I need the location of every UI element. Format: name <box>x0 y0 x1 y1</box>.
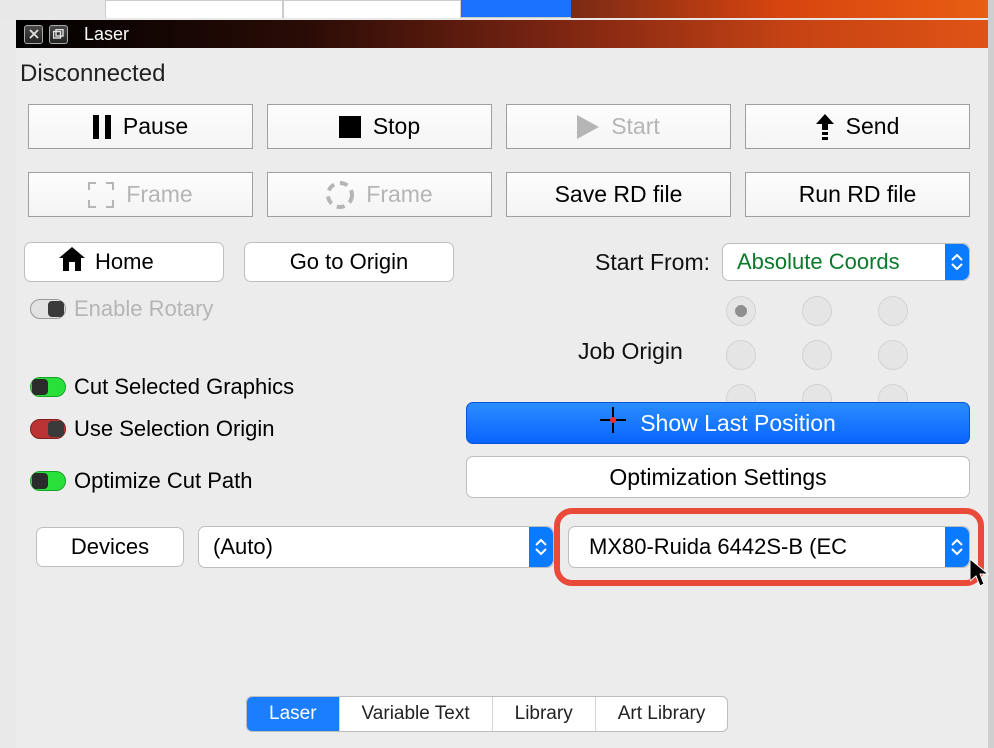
enable-rotary-label: Enable Rotary <box>74 296 213 322</box>
select-stepper-icon <box>945 527 969 567</box>
frame-rect-label: Frame <box>126 181 192 208</box>
port-select-value: (Auto) <box>199 534 529 560</box>
frame-rect-icon <box>88 182 114 208</box>
device-select[interactable]: MX80-Ruida 6442S-B (EC <box>568 526 970 568</box>
start-from-value: Absolute Coords <box>723 249 945 275</box>
scrollbar-hint <box>988 0 994 20</box>
go-to-origin-button[interactable]: Go to Origin <box>244 242 454 282</box>
upload-arrow-icon <box>816 114 834 140</box>
top-tab-slot[interactable] <box>283 0 461 18</box>
top-tab-gradient <box>571 0 988 18</box>
show-last-position-button[interactable]: Show Last Position <box>466 402 970 444</box>
pause-button[interactable]: Pause <box>28 104 253 149</box>
restore-icon[interactable] <box>49 25 68 44</box>
connection-status: Disconnected <box>20 60 165 88</box>
pause-icon <box>93 115 111 139</box>
start-button[interactable]: Start <box>506 104 731 149</box>
panel-titlebar: Laser <box>16 20 988 48</box>
job-origin-top-center[interactable] <box>802 296 832 326</box>
tab-variable-text[interactable]: Variable Text <box>340 697 493 731</box>
use-selection-origin-toggle[interactable]: Use Selection Origin <box>30 416 294 442</box>
cut-selected-toggle[interactable]: Cut Selected Graphics <box>30 374 294 400</box>
home-button[interactable]: Home <box>24 242 224 282</box>
job-origin-mid-right[interactable] <box>878 340 908 370</box>
port-select[interactable]: (Auto) <box>198 526 554 568</box>
enable-rotary-toggle[interactable]: Enable Rotary <box>30 296 294 322</box>
home-label: Home <box>95 249 154 275</box>
cut-selected-label: Cut Selected Graphics <box>74 374 294 400</box>
top-tab-slot[interactable] <box>105 0 283 18</box>
top-tab-strip <box>0 0 994 20</box>
stop-icon <box>339 116 361 138</box>
top-tab-active[interactable] <box>461 0 571 18</box>
scrollbar-hint[interactable] <box>988 20 994 748</box>
device-select-value: MX80-Ruida 6442S-B (EC <box>569 534 945 560</box>
frame-circle-icon <box>326 181 354 209</box>
play-icon <box>577 115 599 139</box>
optimize-cut-path-label: Optimize Cut Path <box>74 468 253 494</box>
frame-circle-label: Frame <box>366 181 432 208</box>
devices-label: Devices <box>71 534 149 560</box>
job-origin-mid-left[interactable] <box>726 340 756 370</box>
tab-laser[interactable]: Laser <box>247 697 340 731</box>
tab-library[interactable]: Library <box>493 697 596 731</box>
job-origin-top-left[interactable] <box>726 296 756 326</box>
optimization-settings-label: Optimization Settings <box>609 464 826 491</box>
send-button[interactable]: Send <box>745 104 970 149</box>
go-to-origin-label: Go to Origin <box>290 249 409 275</box>
crosshair-icon <box>600 407 626 439</box>
stop-button[interactable]: Stop <box>267 104 492 149</box>
run-rd-label: Run RD file <box>799 181 917 208</box>
run-rd-button[interactable]: Run RD file <box>745 172 970 217</box>
select-stepper-icon <box>529 527 553 567</box>
panel-title: Laser <box>84 24 129 45</box>
pause-label: Pause <box>123 113 188 140</box>
use-selection-origin-label: Use Selection Origin <box>74 416 275 442</box>
save-rd-label: Save RD file <box>555 181 683 208</box>
show-last-position-label: Show Last Position <box>640 410 836 437</box>
select-stepper-icon <box>945 244 969 280</box>
frame-circle-button[interactable]: Frame <box>267 172 492 217</box>
send-label: Send <box>846 113 900 140</box>
tab-art-library[interactable]: Art Library <box>596 697 728 731</box>
start-from-select[interactable]: Absolute Coords <box>722 243 970 281</box>
job-origin-mid-center[interactable] <box>802 340 832 370</box>
save-rd-button[interactable]: Save RD file <box>506 172 731 217</box>
stop-label: Stop <box>373 113 420 140</box>
optimization-settings-button[interactable]: Optimization Settings <box>466 456 970 498</box>
home-icon <box>59 247 85 277</box>
optimize-cut-path-toggle[interactable]: Optimize Cut Path <box>30 468 294 494</box>
devices-button[interactable]: Devices <box>36 527 184 567</box>
job-origin-label: Job Origin <box>578 338 683 365</box>
frame-rect-button[interactable]: Frame <box>28 172 253 217</box>
start-label: Start <box>611 113 660 140</box>
close-icon[interactable] <box>24 25 43 44</box>
job-origin-top-right[interactable] <box>878 296 908 326</box>
start-from-label: Start From: <box>595 249 710 276</box>
bottom-tabbar: Laser Variable Text Library Art Library <box>246 696 728 732</box>
